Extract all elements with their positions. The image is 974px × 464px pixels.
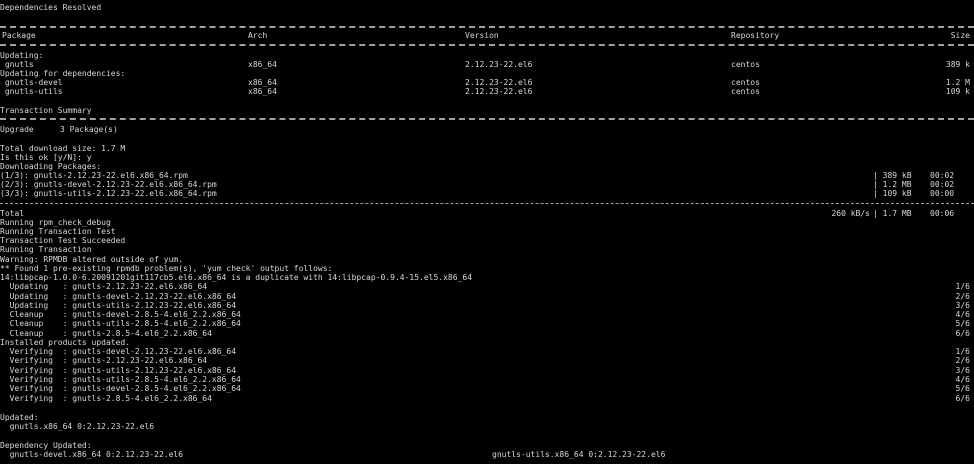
verify-row: Verifying : gnutls-2.12.23-22.el6.x86_64…: [0, 356, 974, 366]
header-repository: Repository: [731, 31, 780, 40]
upgrade-count: 3 Package(s): [60, 125, 118, 134]
step-text: Updating : gnutls-devel-2.12.23-22.el6.x…: [0, 292, 237, 301]
table-header-separator: [0, 44, 974, 46]
total-time: 00:06: [930, 209, 955, 218]
row-package: gnutls-utils: [0, 87, 63, 96]
step-text: Cleanup : gnutls-devel-2.8.5-4.el6_2.2.x…: [0, 310, 241, 319]
log-line: Running Transaction: [0, 245, 92, 254]
verify-count: 3/6: [955, 366, 970, 375]
row-repository: centos: [731, 87, 760, 96]
transaction-summary-title: Transaction Summary: [0, 106, 92, 115]
dependency-updated-item: gnutls-devel.x86_64 0:2.12.23-22.el6: [0, 450, 184, 459]
verify-text: Verifying : gnutls-utils-2.8.5-4.el6_2.2…: [0, 375, 241, 384]
verify-row: Verifying : gnutls-2.8.5-4.el6_2.2.x86_6…: [0, 394, 974, 404]
step-text: Updating : gnutls-utils-2.12.23-22.el6.x…: [0, 301, 237, 310]
header-size: Size: [950, 31, 970, 40]
step-count: 1/6: [955, 282, 970, 291]
verify-count: 6/6: [955, 394, 970, 403]
verify-count: 2/6: [955, 356, 970, 365]
file-size: | 389 kB: [873, 171, 912, 180]
row-arch: x86_64: [248, 87, 277, 96]
file-size: | 1.2 MB: [873, 180, 912, 189]
row-size: 389 k: [945, 60, 970, 69]
summary-separator: [0, 118, 974, 120]
verify-count: 5/6: [955, 384, 970, 393]
table-row: gnutls-utils x86_64 2.12.23-22.el6 cento…: [0, 87, 974, 97]
download-file-row: (3/3): gnutls-utils-2.12.23-22.el6.x86_6…: [0, 189, 974, 199]
table-header-row: Package Arch Version Repository Size: [0, 31, 974, 41]
header-package: Package: [2, 31, 36, 40]
row-size: 1.2 M: [945, 78, 970, 87]
step-count: 6/6: [955, 329, 970, 338]
header-version: Version: [465, 31, 499, 40]
total-label: Total: [0, 209, 25, 218]
total-size: | 1.7 MB: [873, 209, 912, 218]
file-name: (1/3): gnutls-2.12.23-22.el6.x86_64.rpm: [0, 171, 188, 180]
row-repository: centos: [731, 60, 760, 69]
upgrade-line: Upgrade 3 Package(s): [0, 125, 974, 135]
verify-text: Verifying : gnutls-2.8.5-4.el6_2.2.x86_6…: [0, 394, 212, 403]
step-count: 2/6: [955, 292, 970, 301]
row-repository: centos: [731, 78, 760, 87]
file-name: (2/3): gnutls-devel-2.12.23-22.el6.x86_6…: [0, 180, 217, 189]
file-time: 00:00: [930, 189, 955, 198]
verify-text: Verifying : gnutls-utils-2.12.23-22.el6.…: [0, 366, 237, 375]
file-time: 00:02: [930, 180, 955, 189]
file-name: (3/3): gnutls-utils-2.12.23-22.el6.x86_6…: [0, 189, 217, 198]
step-count: 4/6: [955, 310, 970, 319]
row-package: gnutls: [0, 60, 34, 69]
upgrade-label: Upgrade: [0, 125, 34, 134]
verify-text: Verifying : gnutls-devel-2.12.23-22.el6.…: [0, 347, 237, 356]
row-version: 2.12.23-22.el6: [465, 87, 533, 96]
download-total-separator: [0, 203, 974, 204]
verify-row: Verifying : gnutls-devel-2.8.5-4.el6_2.2…: [0, 384, 974, 394]
table-top-separator: [0, 26, 974, 28]
step-row: Cleanup : gnutls-utils-2.8.5-4.el6_2.2.x…: [0, 319, 974, 329]
dependency-updated-item: gnutls-utils.x86_64 0:2.12.23-22.el6: [492, 450, 666, 459]
row-package: gnutls-devel: [0, 78, 63, 87]
row-arch: x86_64: [248, 78, 277, 87]
step-row: Updating : gnutls-2.12.23-22.el6.x86_64 …: [0, 282, 974, 292]
header-arch: Arch: [248, 31, 268, 40]
step-count: 3/6: [955, 301, 970, 310]
total-speed: 260 kB/s: [831, 209, 870, 218]
verify-text: Verifying : gnutls-2.12.23-22.el6.x86_64: [0, 356, 208, 365]
row-size: 109 k: [945, 87, 970, 96]
dependency-updated-row: gnutls-devel.x86_64 0:2.12.23-22.el6 gnu…: [0, 450, 974, 460]
row-arch: x86_64: [248, 60, 277, 69]
row-version: 2.12.23-22.el6: [465, 60, 533, 69]
file-size: | 109 kB: [873, 189, 912, 198]
row-version: 2.12.23-22.el6: [465, 78, 533, 87]
step-text: Cleanup : gnutls-utils-2.8.5-4.el6_2.2.x…: [0, 319, 241, 328]
step-text: Cleanup : gnutls-2.8.5-4.el6_2.2.x86_64: [0, 329, 212, 338]
updated-item: gnutls.x86_64 0:2.12.23-22.el6: [0, 422, 155, 431]
terminal-window[interactable]: Dependencies Resolved Package Arch Versi…: [0, 0, 974, 464]
file-time: 00:02: [930, 171, 955, 180]
step-count: 5/6: [955, 319, 970, 328]
verify-count: 1/6: [955, 347, 970, 356]
verify-text: Verifying : gnutls-devel-2.8.5-4.el6_2.2…: [0, 384, 241, 393]
dependencies-resolved-title: Dependencies Resolved: [0, 3, 102, 12]
verify-count: 4/6: [955, 375, 970, 384]
step-text: Updating : gnutls-2.12.23-22.el6.x86_64: [0, 282, 208, 291]
